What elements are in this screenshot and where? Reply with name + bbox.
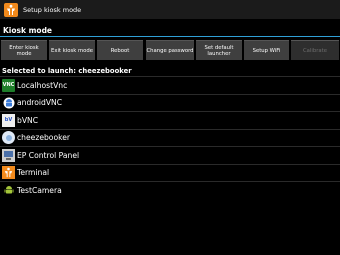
android-icon [2, 96, 15, 109]
list-item-label: EP Control Panel [17, 150, 80, 160]
setup-wifi-button[interactable]: Setup WiFi [244, 40, 289, 60]
vnc-icon: VNC [2, 78, 15, 92]
list-item-label: cheezebooker [17, 133, 71, 143]
list-item-ep-control-panel[interactable]: EP Control Panel [0, 146, 340, 164]
selected-launch-text: Selected to launch: cheezebooker [2, 67, 132, 75]
list-item-testcamera[interactable]: TestCamera [0, 181, 340, 199]
kiosk-app-icon [4, 2, 18, 17]
section-divider [0, 35, 340, 37]
list-item-label: androidVNC [17, 98, 62, 108]
set-default-launcher-button[interactable]: Set default launcher [196, 40, 242, 60]
list-item-androidvnc[interactable]: androidVNC [0, 93, 340, 112]
list-item-label: TestCamera [17, 185, 62, 195]
app-list: VNC LocalhostVnc androidVNC bV bVNC chee… [0, 76, 340, 199]
list-item-cheezebooker[interactable]: cheezebooker [0, 128, 340, 147]
exit-kiosk-mode-button[interactable]: Exit kiosk mode [49, 40, 95, 60]
window-title: Setup kiosk mode [23, 5, 82, 14]
enter-kiosk-mode-button[interactable]: Enter kiosk mode [1, 40, 47, 60]
bvnc-icon: bV [2, 113, 15, 127]
list-item-bvnc[interactable]: bV bVNC [0, 111, 340, 129]
cheezebooker-icon [2, 131, 15, 145]
change-password-button[interactable]: Change password [146, 40, 194, 60]
list-item-localhostvnc[interactable]: VNC LocalhostVnc [0, 76, 340, 94]
list-item-label: bVNC [17, 115, 38, 125]
list-item-label: LocalhostVnc [17, 80, 68, 90]
section-title: Kiosk mode [3, 26, 53, 35]
list-item-terminal[interactable]: Terminal [0, 163, 340, 182]
reboot-button[interactable]: Reboot [97, 40, 143, 60]
control-panel-icon [2, 148, 15, 162]
terminal-icon [2, 166, 15, 180]
title-bar: Setup kiosk mode [0, 0, 340, 19]
android-icon [2, 184, 15, 197]
list-item-label: Terminal [17, 168, 50, 178]
button-row: Enter kiosk mode Exit kiosk mode Reboot … [0, 40, 340, 60]
calibrate-button[interactable]: Calibrate [291, 40, 339, 60]
